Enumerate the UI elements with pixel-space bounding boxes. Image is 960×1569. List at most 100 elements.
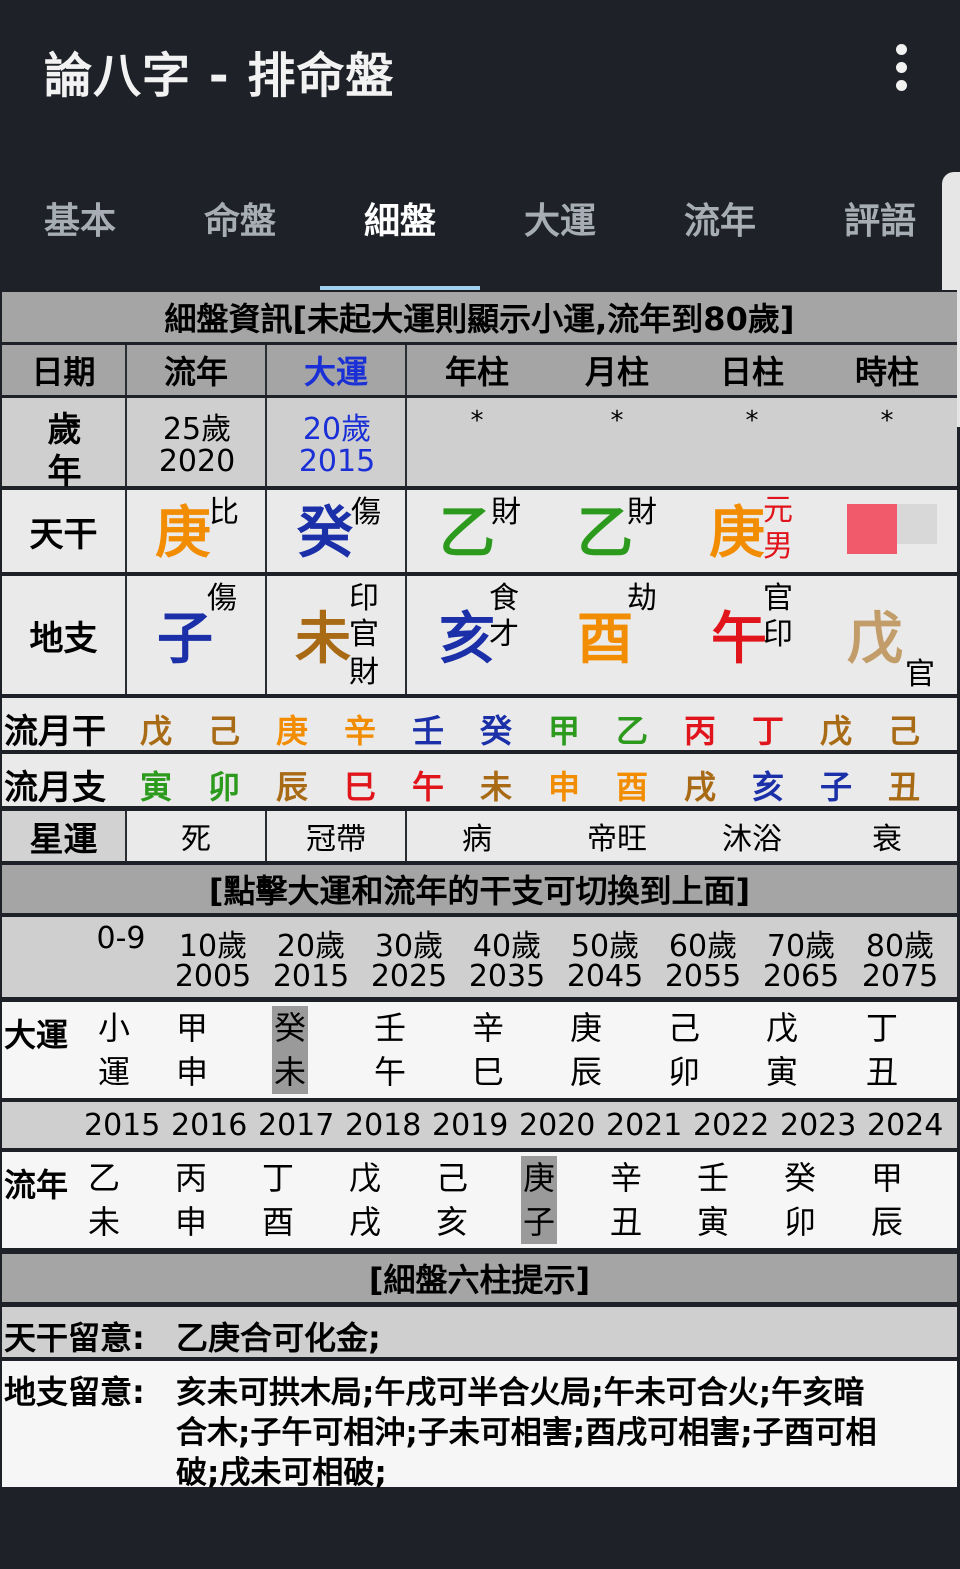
stem-tag: 財 xyxy=(627,495,657,530)
column-header-row: 日期 流年 大運 年柱 月柱 日柱 時柱 xyxy=(2,345,957,395)
month-branch[interactable]: 子 xyxy=(802,762,870,808)
month-stem[interactable]: 乙 xyxy=(598,706,666,752)
dayun-pillar[interactable]: 戊寅 xyxy=(764,1006,800,1094)
liunian-branch: 寅 xyxy=(696,1203,729,1241)
liunian-pillar[interactable]: 辛丑 xyxy=(608,1156,644,1244)
liunian-year-label: 2017 xyxy=(258,1108,335,1143)
col-header-year-pillar: 年柱 xyxy=(444,353,509,391)
tiangan-month-pillar[interactable]: 乙 財 xyxy=(547,490,687,572)
month-branch[interactable]: 寅 xyxy=(122,762,190,808)
dizhi-day-pillar[interactable]: 官 午 印 xyxy=(687,576,817,694)
liunian-pillar[interactable]: 丁酉 xyxy=(260,1156,296,1244)
month-stem[interactable]: 丙 xyxy=(666,706,734,752)
month-stem[interactable]: 癸 xyxy=(462,706,530,752)
month-stem[interactable]: 壬 xyxy=(394,706,462,752)
month-stem[interactable]: 己 xyxy=(870,706,938,752)
month-stem[interactable]: 庚 xyxy=(258,706,326,752)
dizhi-liunian[interactable]: 傷 子 xyxy=(127,576,267,694)
dizhi-hour-pillar-blurred[interactable]: 戊 官 xyxy=(817,576,957,694)
liunian-year-label: 2023 xyxy=(780,1108,857,1143)
liunian-year-label: 2020 xyxy=(519,1108,596,1143)
dayun-pillar[interactable]: 丁丑 xyxy=(864,1006,900,1094)
liunian-pillar-selected[interactable]: 庚子 xyxy=(521,1156,557,1244)
liunian-pillar[interactable]: 甲辰 xyxy=(869,1156,905,1244)
dayun-pillar[interactable]: 己卯 xyxy=(666,1006,702,1094)
liunian-pillar[interactable]: 癸卯 xyxy=(782,1156,818,1244)
liunian-branch: 子 xyxy=(522,1203,555,1241)
month-branch[interactable]: 卯 xyxy=(190,762,258,808)
tiangan-liunian[interactable]: 庚 比 xyxy=(127,490,267,572)
app-bar: 論八字 - 排命盤 xyxy=(0,0,960,140)
liunian-pillar[interactable]: 壬寅 xyxy=(695,1156,731,1244)
branch-tag: 官 xyxy=(905,657,935,692)
branch-tag: 官 xyxy=(349,617,379,652)
dizhi-tips-line: 亥未可拱木局;午戌可半合火局;午未可合火;午亥暗 xyxy=(176,1375,865,1411)
month-branch[interactable]: 巳 xyxy=(326,762,394,808)
liunian-pillar[interactable]: 丙申 xyxy=(173,1156,209,1244)
dizhi-month-pillar[interactable]: 劫 酉 xyxy=(547,576,687,694)
tiangan-year-pillar[interactable]: 乙 財 xyxy=(407,490,547,572)
branch-tag: 官 xyxy=(763,581,793,616)
tab-dayun[interactable]: 大運 xyxy=(480,192,640,244)
tab-basic[interactable]: 基本 xyxy=(0,192,160,244)
month-stem[interactable]: 甲 xyxy=(530,706,598,752)
liunian-year-label: 2018 xyxy=(345,1108,422,1143)
month-branch[interactable]: 酉 xyxy=(598,762,666,808)
liunian-stem: 壬 xyxy=(696,1159,729,1197)
month-branch[interactable]: 亥 xyxy=(734,762,802,808)
month-branch[interactable]: 未 xyxy=(462,762,530,808)
dayun-pillar[interactable]: 小運 xyxy=(96,1006,132,1094)
stem-tag-nan: 男 xyxy=(763,529,793,564)
month-branch[interactable]: 戌 xyxy=(666,762,734,808)
month-stem[interactable]: 戊 xyxy=(122,706,190,752)
tab-chart[interactable]: 命盤 xyxy=(160,192,320,244)
liunian-stem: 丙 xyxy=(174,1159,207,1197)
month-branch[interactable]: 丑 xyxy=(870,762,938,808)
tab-liunian[interactable]: 流年 xyxy=(640,192,800,244)
tiangan-day-pillar[interactable]: 庚 元 男 xyxy=(687,490,817,572)
dayun-age-cell[interactable]: 20歲 2015 xyxy=(267,398,407,486)
month-branch[interactable]: 申 xyxy=(530,762,598,808)
liunian-stem: 丁 xyxy=(261,1159,294,1197)
month-stem[interactable]: 己 xyxy=(190,706,258,752)
dizhi-year-pillar[interactable]: 食 亥 才 xyxy=(407,576,547,694)
tiangan-hour-pillar-blurred[interactable] xyxy=(817,490,957,572)
dizhi-dayun[interactable]: 印 未 官 財 xyxy=(267,576,407,694)
month-stem[interactable]: 丁 xyxy=(734,706,802,752)
tiangan-tips-text: 乙庚合可化金; xyxy=(176,1319,381,1357)
xingyun-day-pillar: 沐浴 xyxy=(722,822,782,857)
more-vert-icon[interactable] xyxy=(884,40,920,96)
xingyun-liunian: 死 xyxy=(127,811,267,861)
stem-tag: 財 xyxy=(491,495,521,530)
dayun-stem: 癸 xyxy=(273,1009,306,1047)
dayun-year-label: 2045 xyxy=(566,959,644,994)
liunian-year-label: 2019 xyxy=(432,1108,509,1143)
dayun-pillar[interactable]: 壬午 xyxy=(372,1006,408,1094)
liunian-pillar[interactable]: 戊戌 xyxy=(347,1156,383,1244)
tiangan-tips-row: 天干留意: 乙庚合可化金; xyxy=(2,1307,957,1357)
tab-comments[interactable]: 評語 xyxy=(800,192,960,244)
liunian-pillar[interactable]: 己亥 xyxy=(434,1156,470,1244)
liunian-pillar[interactable]: 乙未 xyxy=(86,1156,122,1244)
dayun-pillar-selected[interactable]: 癸未 xyxy=(272,1006,308,1094)
tab-detail[interactable]: 細盤 xyxy=(320,192,480,244)
dayun-branch: 寅 xyxy=(765,1053,798,1091)
col-header-dayun: 大運 xyxy=(267,345,407,395)
month-stem[interactable]: 戊 xyxy=(802,706,870,752)
dayun-stem: 甲 xyxy=(175,1009,208,1047)
liunian-age-cell[interactable]: 25歲 2020 xyxy=(127,398,267,486)
month-stem[interactable]: 辛 xyxy=(326,706,394,752)
dayun-pillar[interactable]: 甲申 xyxy=(174,1006,210,1094)
tiangan-dayun[interactable]: 癸 傷 xyxy=(267,490,407,572)
month-branch[interactable]: 辰 xyxy=(258,762,326,808)
dayun-stem: 壬 xyxy=(373,1009,406,1047)
liunian-year-label: 2022 xyxy=(693,1108,770,1143)
stem-tag: 傷 xyxy=(351,495,381,530)
dayun-year-label: 2055 xyxy=(664,959,742,994)
col-header-day-pillar: 日柱 xyxy=(719,353,784,391)
liunian-branch: 卯 xyxy=(783,1203,816,1241)
month-branch[interactable]: 午 xyxy=(394,762,462,808)
liunian-age: 25歲 xyxy=(162,412,232,447)
dayun-pillar[interactable]: 辛巳 xyxy=(470,1006,506,1094)
dayun-pillar[interactable]: 庚辰 xyxy=(568,1006,604,1094)
